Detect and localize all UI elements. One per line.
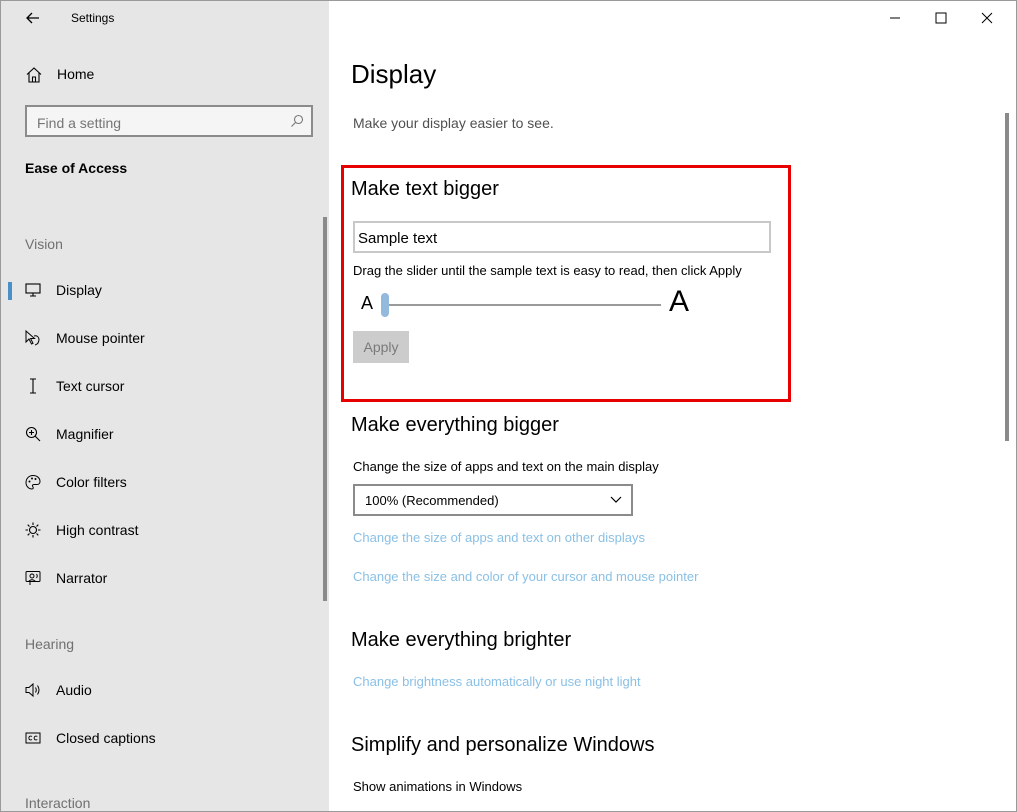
link-other-displays[interactable]: Change the size of apps and text on othe… — [353, 530, 645, 545]
text-size-slider-track[interactable] — [385, 304, 661, 306]
home-icon — [26, 67, 42, 83]
minimize-icon — [890, 17, 900, 19]
maximize-icon — [935, 12, 947, 24]
magnifier-icon — [25, 426, 41, 442]
search-box[interactable] — [25, 105, 313, 137]
sample-text-box: Sample text — [353, 221, 771, 253]
sidebar-item-high-contrast[interactable]: High contrast — [1, 509, 321, 553]
sidebar-item-audio[interactable]: Audio — [1, 669, 321, 713]
text-cursor-icon — [30, 378, 36, 394]
main-content: Display Make your display easier to see.… — [329, 1, 1016, 811]
sidebar-item-narrator[interactable]: Narrator — [1, 557, 321, 601]
narrator-icon — [25, 571, 41, 585]
slider-instructions: Drag the slider until the sample text is… — [353, 263, 742, 278]
audio-icon — [25, 682, 40, 698]
group-label-vision: Vision — [25, 236, 63, 252]
sidebar-item-label: High contrast — [56, 522, 139, 538]
section-heading-simplify: Simplify and personalize Windows — [351, 734, 655, 756]
close-icon — [981, 12, 993, 24]
slider-large-label: A — [669, 285, 690, 318]
sidebar-item-label: Magnifier — [56, 426, 114, 442]
minimize-button[interactable] — [872, 1, 918, 33]
mouse-pointer-icon — [25, 330, 40, 346]
section-heading-text-bigger: Make text bigger — [351, 178, 499, 200]
sidebar-item-text-cursor[interactable]: Text cursor — [1, 365, 321, 409]
apply-button[interactable]: Apply — [353, 331, 409, 363]
sidebar-item-color-filters[interactable]: Color filters — [1, 461, 321, 505]
group-label-interaction: Interaction — [25, 795, 91, 811]
back-button[interactable] — [21, 7, 45, 29]
sidebar-item-mouse-pointer[interactable]: Mouse pointer — [1, 317, 321, 361]
back-arrow-icon — [26, 12, 39, 24]
slider-small-label: A — [361, 293, 374, 313]
chevron-down-icon — [610, 496, 622, 503]
sidebar-item-label: Closed captions — [56, 730, 156, 746]
link-cursor-settings[interactable]: Change the size and color of your cursor… — [353, 569, 698, 584]
page-subtitle: Make your display easier to see. — [353, 115, 554, 131]
sidebar-scrollbar[interactable] — [323, 217, 327, 601]
sidebar: Settings Home Ease of Access Vision Disp… — [1, 1, 329, 811]
color-filters-icon — [25, 474, 41, 490]
settings-window: Settings Home Ease of Access Vision Disp… — [0, 0, 1017, 812]
section-heading-everything-bigger: Make everything bigger — [351, 414, 559, 436]
scale-dropdown[interactable]: 100% (Recommended) — [353, 484, 633, 516]
high-contrast-icon — [25, 522, 41, 538]
sidebar-item-label: Mouse pointer — [56, 330, 145, 346]
sidebar-item-display[interactable]: Display — [1, 269, 321, 313]
text-size-slider-thumb[interactable] — [381, 293, 389, 317]
sidebar-item-label: Text cursor — [56, 378, 125, 394]
scale-description: Change the size of apps and text on the … — [353, 459, 659, 474]
search-input[interactable] — [35, 112, 279, 134]
search-icon — [291, 114, 304, 127]
maximize-button[interactable] — [918, 1, 964, 33]
show-animations-label: Show animations in Windows — [353, 779, 523, 794]
link-brightness[interactable]: Change brightness automatically or use n… — [353, 674, 641, 689]
sidebar-item-label: Color filters — [56, 474, 127, 490]
dropdown-value: 100% (Recommended) — [365, 493, 499, 508]
sample-text: Sample text — [358, 230, 438, 247]
active-indicator — [8, 282, 12, 300]
sidebar-item-magnifier[interactable]: Magnifier — [1, 413, 321, 457]
sidebar-item-label: Display — [56, 282, 102, 298]
sidebar-item-label: Audio — [56, 682, 92, 698]
display-icon — [25, 283, 41, 297]
sidebar-item-closed-captions[interactable]: Closed captions — [1, 717, 321, 761]
section-heading-everything-brighter: Make everything brighter — [351, 629, 572, 651]
app-title: Settings — [71, 11, 115, 25]
section-title: Ease of Access — [25, 160, 128, 176]
sidebar-item-label: Narrator — [56, 570, 108, 586]
close-button[interactable] — [964, 1, 1010, 33]
sidebar-item-label: Home — [57, 66, 95, 82]
closed-captions-icon — [25, 732, 41, 744]
group-label-hearing: Hearing — [25, 636, 75, 652]
page-title: Display — [351, 59, 437, 89]
main-scrollbar[interactable] — [1005, 113, 1009, 441]
